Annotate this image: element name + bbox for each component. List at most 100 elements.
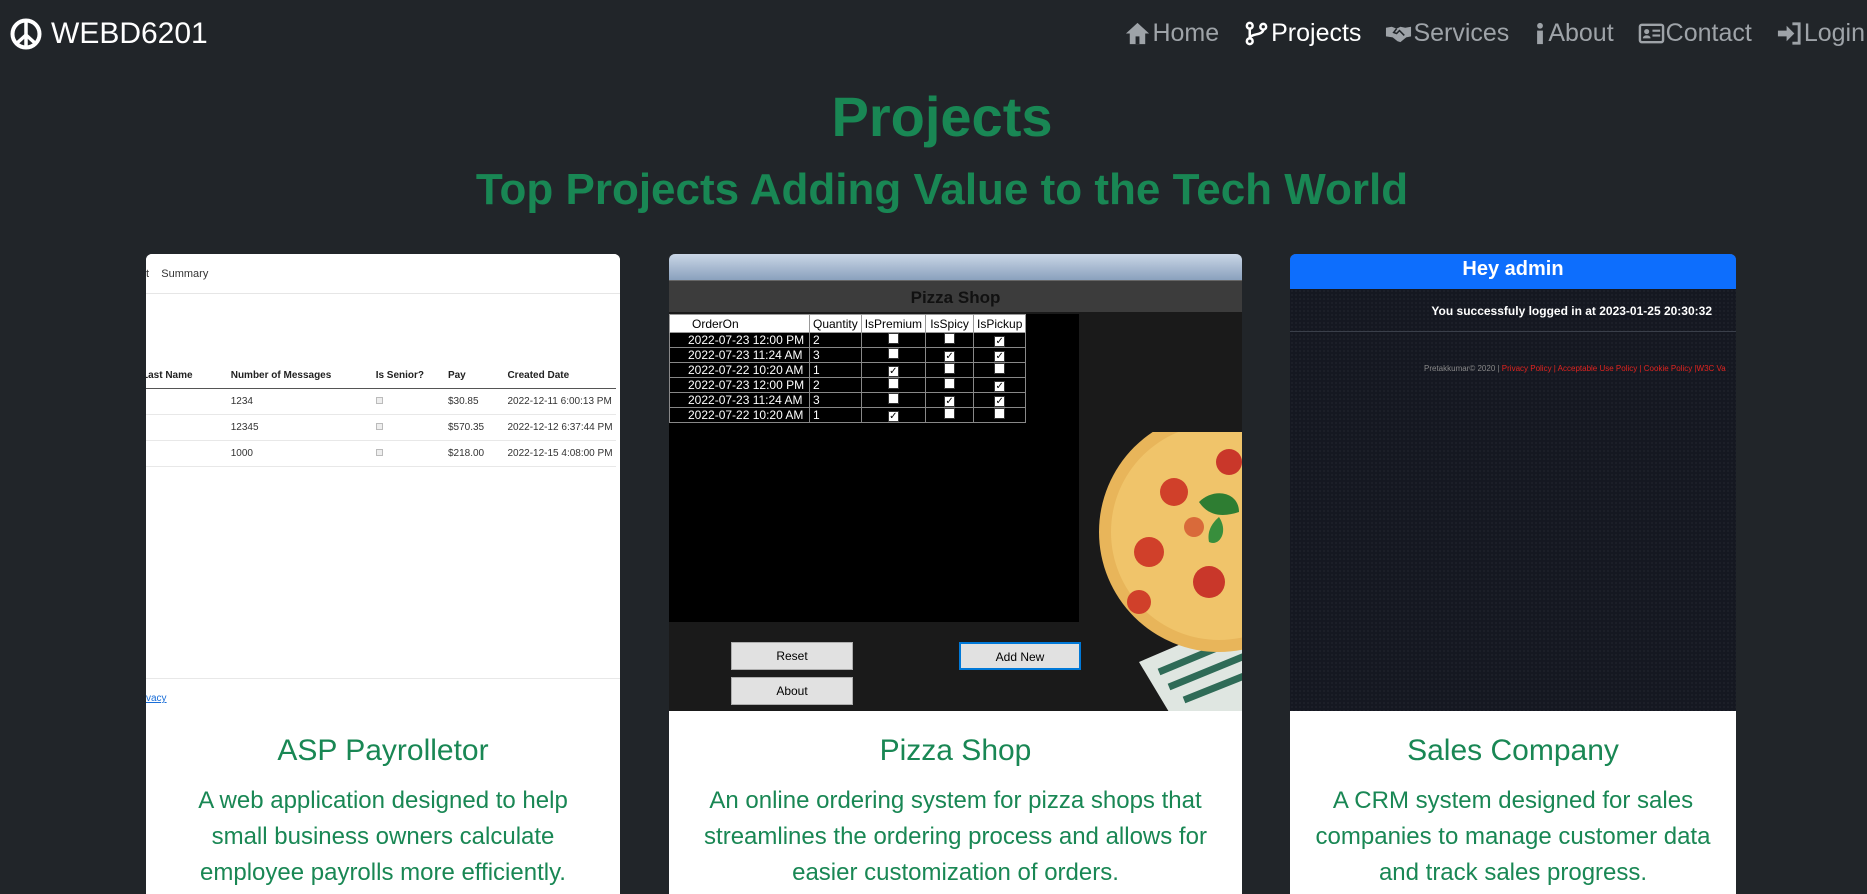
table-row: 1000 $218.00 2022-12-15 4:08:00 PM bbox=[146, 440, 616, 467]
table-row: 2022-07-23 11:24 AM 3 ✓ ✓ bbox=[669, 347, 1027, 363]
nav-contact[interactable]: Contact bbox=[1638, 19, 1752, 48]
copyright-text: Pretakkumar© 2020 | bbox=[1424, 364, 1500, 373]
card-description: An online ordering system for pizza shop… bbox=[704, 787, 1207, 886]
card-description: A CRM system designed for sales companie… bbox=[1315, 787, 1711, 886]
checkbox bbox=[375, 396, 383, 404]
login-message: You successfuly logged in at 2023-01-25 … bbox=[1431, 304, 1712, 318]
screenshot-tab-bar: t Summary bbox=[146, 254, 620, 294]
screenshot-table: Last Name Number of Messages Is Senior? … bbox=[146, 364, 616, 467]
cell: 1234 bbox=[230, 388, 376, 415]
checkbox: ✓ bbox=[994, 336, 1006, 347]
cell: 2022-07-23 11:24 AM bbox=[669, 347, 810, 363]
about-button[interactable]: About bbox=[731, 677, 853, 705]
divider bbox=[1290, 331, 1736, 332]
checkbox: ✓ bbox=[994, 381, 1006, 392]
project-card-sales-company: Hey admin You successfuly logged in at 2… bbox=[1290, 254, 1736, 894]
col-ispickup: IsPickup bbox=[973, 314, 1027, 333]
checkbox bbox=[375, 448, 383, 456]
orders-table: OrderOn Quantity IsPremium IsSpicy IsPic… bbox=[669, 314, 1027, 423]
col-isspicy: IsSpicy bbox=[925, 314, 975, 333]
cell: 3 bbox=[809, 347, 862, 363]
info-icon bbox=[1537, 22, 1544, 45]
window-chrome bbox=[669, 254, 1242, 280]
checkbox bbox=[887, 393, 899, 404]
cell: 1 bbox=[809, 407, 862, 423]
table-row: 1234 $30.85 2022-12-11 6:00:13 PM bbox=[146, 388, 616, 415]
page-subtitle: Top Projects Adding Value to the Tech Wo… bbox=[475, 165, 1409, 214]
nav-projects[interactable]: Projects bbox=[1243, 19, 1361, 48]
nav-services[interactable]: Services bbox=[1385, 19, 1509, 48]
cell: $570.35 bbox=[447, 414, 508, 441]
cell: $218.00 bbox=[447, 440, 508, 467]
col-messages: Number of Messages bbox=[230, 364, 376, 389]
card-title: Sales Company bbox=[1407, 734, 1619, 767]
cell: 1000 bbox=[230, 440, 376, 467]
checkbox: ✓ bbox=[887, 411, 899, 422]
cell: 2022-12-12 6:37:44 PM bbox=[507, 414, 616, 441]
col-ispremium: IsPremium bbox=[860, 314, 927, 333]
brand-name: WEBD6201 bbox=[51, 17, 208, 50]
orders-grid: OrderOn Quantity IsPremium IsSpicy IsPic… bbox=[669, 314, 1079, 622]
home-icon bbox=[1126, 22, 1150, 45]
nav-login-label: Login bbox=[1803, 19, 1865, 47]
card-title: ASP Payrolletor bbox=[277, 734, 489, 767]
policy-links: Privacy Policy | Acceptable Use Policy |… bbox=[1499, 364, 1726, 373]
pizza-form: OrderOn Quantity IsPremium IsSpicy IsPic… bbox=[669, 312, 1242, 711]
col-created: Created Date bbox=[507, 364, 616, 389]
checkbox bbox=[944, 378, 956, 389]
nav-home-label: Home bbox=[1152, 19, 1220, 47]
checkbox: ✓ bbox=[944, 396, 956, 407]
cell: 2022-07-22 10:20 AM bbox=[669, 362, 810, 378]
checkbox bbox=[994, 408, 1006, 419]
cell: 2022-07-23 11:24 AM bbox=[669, 392, 810, 408]
checkbox: ✓ bbox=[887, 366, 899, 377]
table-row: 2022-07-22 10:20 AM 1 ✓ bbox=[669, 362, 1027, 378]
checkbox bbox=[887, 378, 899, 389]
cell: 2022-12-11 6:00:13 PM bbox=[507, 388, 616, 415]
project-card-pizza-shop: Pizza Shop OrderOn Quantity IsPremium Is… bbox=[669, 254, 1242, 894]
card-title: Pizza Shop bbox=[879, 734, 1032, 767]
checkbox bbox=[994, 363, 1006, 374]
login-icon bbox=[1777, 22, 1801, 45]
checkbox bbox=[887, 348, 899, 359]
table-row: 12345 $570.35 2022-12-12 6:37:44 PM bbox=[146, 414, 616, 441]
project-screenshot: Hey admin You successfuly logged in at 2… bbox=[1290, 254, 1736, 711]
col-last-name: Last Name bbox=[146, 364, 231, 389]
nav-login[interactable]: Login bbox=[1776, 19, 1865, 48]
nav-home[interactable]: Home bbox=[1124, 19, 1219, 48]
col-quantity: Quantity bbox=[809, 314, 862, 333]
checkbox bbox=[944, 333, 956, 344]
window-title-bar: Pizza Shop bbox=[669, 280, 1242, 312]
add-new-button[interactable]: Add New bbox=[959, 642, 1081, 670]
page-title: Projects bbox=[831, 85, 1053, 148]
branch-icon bbox=[1245, 21, 1268, 46]
col-senior: Is Senior? bbox=[375, 364, 448, 389]
pizza-image bbox=[1099, 432, 1242, 711]
cell: 3 bbox=[809, 392, 862, 408]
table-row: 2022-07-23 11:24 AM 3 ✓ ✓ bbox=[669, 392, 1027, 408]
table-row: 2022-07-23 12:00 PM 2 ✓ bbox=[669, 377, 1027, 393]
brand-link[interactable]: WEBD6201 bbox=[10, 17, 208, 51]
project-card-asp-payrolletor: t Summary Last Name Number of Messages I… bbox=[146, 254, 620, 894]
nav-about-label: About bbox=[1548, 19, 1614, 47]
screenshot-footer: Pretakkumar© 2020 | Privacy Policy | Acc… bbox=[1424, 364, 1726, 373]
nav-services-label: Services bbox=[1413, 19, 1510, 47]
checkbox bbox=[944, 363, 956, 374]
cell: 1 bbox=[809, 362, 862, 378]
cell: 2 bbox=[809, 332, 862, 348]
cell: 2022-07-22 10:20 AM bbox=[669, 407, 810, 423]
nav-contact-label: Contact bbox=[1665, 19, 1752, 47]
reset-button[interactable]: Reset bbox=[731, 642, 853, 670]
nav-projects-label: Projects bbox=[1271, 19, 1362, 47]
cell: 2022-07-23 12:00 PM bbox=[669, 377, 810, 393]
checkbox bbox=[375, 422, 383, 430]
navbar: WEBD6201 Home Projects Services About Co… bbox=[0, 0, 1867, 70]
table-row: 2022-07-22 10:20 AM 1 ✓ bbox=[669, 407, 1027, 423]
screenshot-tab-label: t Summary bbox=[146, 268, 209, 280]
project-screenshot: t Summary Last Name Number of Messages I… bbox=[146, 254, 620, 711]
nav-about[interactable]: About bbox=[1533, 19, 1614, 48]
cell: $30.85 bbox=[447, 388, 508, 415]
screenshot-header: Hey admin bbox=[1290, 254, 1736, 289]
checkbox bbox=[944, 408, 956, 419]
checkbox: ✓ bbox=[944, 351, 956, 362]
